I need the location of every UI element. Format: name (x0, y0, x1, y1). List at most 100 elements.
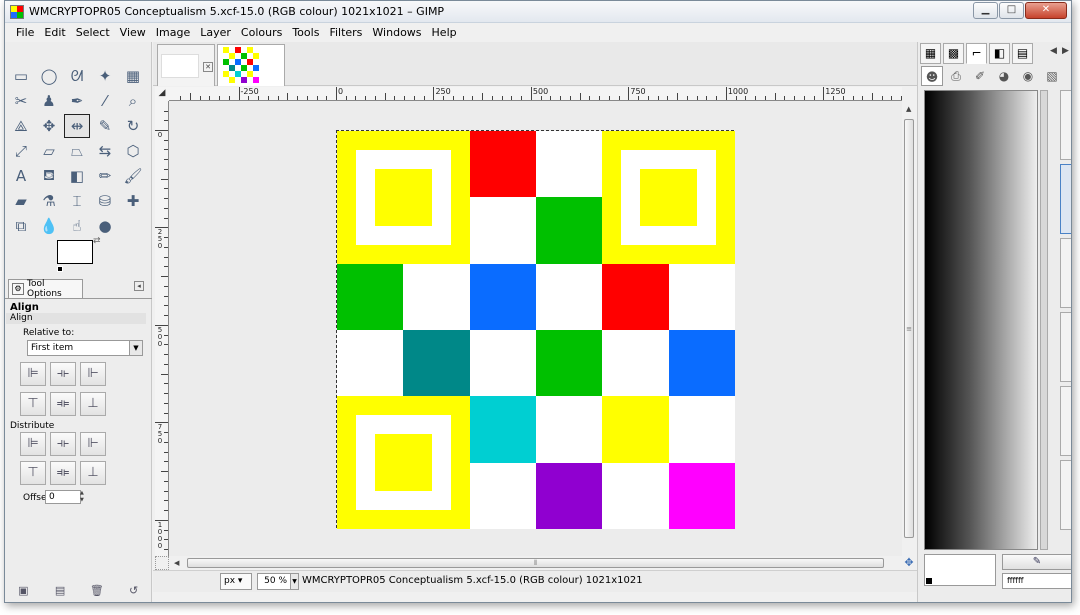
unit-select[interactable]: px ▾ (220, 573, 252, 590)
pencil-icon[interactable]: ✏ (92, 164, 118, 188)
zoom-dropdown[interactable]: ▼ (290, 573, 299, 590)
menu-help[interactable]: Help (427, 26, 462, 39)
zoom-icon[interactable]: ⌕ (120, 89, 146, 113)
move-icon[interactable]: ✥ (36, 114, 62, 138)
maximize-button[interactable]: □ (999, 2, 1024, 19)
color-preview[interactable] (924, 554, 996, 586)
smudge-icon[interactable]: ☝ (64, 214, 90, 238)
zoom-input[interactable]: 50 % (257, 573, 291, 590)
align-left-icon[interactable]: ⊫ (20, 362, 46, 386)
brush-tab-icon[interactable]: ✐ (969, 66, 991, 86)
align-right-icon[interactable]: ⊩ (80, 362, 106, 386)
blur-icon[interactable]: 💧 (36, 214, 62, 238)
menu-layer[interactable]: Layer (195, 26, 236, 39)
gradient-preview[interactable] (924, 90, 1038, 550)
horizontal-scroll-thumb[interactable]: ⦀ (187, 558, 884, 568)
offset-input[interactable]: 0 (45, 490, 81, 504)
rotate-icon[interactable]: ↻ (120, 114, 146, 138)
dock-scrollbar[interactable] (1040, 90, 1048, 550)
rect-select-icon[interactable]: ▭ (8, 64, 34, 88)
gradients-tab-icon[interactable]: ◧ (989, 43, 1010, 64)
default-colors-icon[interactable] (57, 266, 63, 272)
menu-filters[interactable]: Filters (324, 26, 367, 39)
align-hcenter-icon[interactable]: ⟛ (50, 362, 76, 386)
heal-icon[interactable]: ✚ (120, 189, 146, 213)
palette-tab-icon[interactable]: ▤ (1012, 43, 1033, 64)
side-tab-6[interactable] (1060, 460, 1071, 530)
cage-icon[interactable]: ⬡ (120, 139, 146, 163)
dock-nav-right[interactable]: ▶ (1062, 46, 1069, 56)
paths-icon[interactable]: ✒ (64, 89, 90, 113)
distribute-right-icon[interactable]: ⊩ (80, 432, 106, 456)
watercolor-icon[interactable]: ▧ (1041, 66, 1063, 86)
side-tab-5[interactable] (1060, 386, 1071, 456)
menu-image[interactable]: Image (151, 26, 195, 39)
ellipse-select-icon[interactable]: ◯ (36, 64, 62, 88)
scroll-left-icon[interactable]: ◀ (174, 559, 179, 567)
printer-icon[interactable]: ⎙ (945, 66, 967, 86)
crop-icon[interactable]: ✎ (92, 114, 118, 138)
color-wheel-icon[interactable]: ◕ (993, 66, 1015, 86)
dodge-burn-icon[interactable]: ● (92, 214, 118, 238)
foreground-select-icon[interactable]: ♟ (36, 89, 62, 113)
fuzzy-select-icon[interactable]: ✦ (92, 64, 118, 88)
relative-to-select[interactable]: First item ▼ (27, 340, 143, 356)
measure-icon[interactable]: ⟁ (8, 114, 34, 138)
distribute-hcenter-icon[interactable]: ⟛ (50, 432, 76, 456)
side-tab-4[interactable] (1060, 312, 1071, 382)
foreground-color-swatch[interactable] (57, 240, 93, 264)
distribute-vcenter-icon[interactable]: ⟚ (50, 461, 76, 485)
vertical-ruler[interactable]: 0 250 500 750 1000 (155, 101, 169, 556)
menu-windows[interactable]: Windows (367, 26, 426, 39)
quick-mask-toggle[interactable]: ◢ (155, 87, 169, 101)
menu-file[interactable]: File (11, 26, 39, 39)
distribute-top-icon[interactable]: ⊤ (20, 461, 46, 485)
perspective-icon[interactable]: ⏢ (64, 139, 90, 163)
restore-options-icon[interactable]: ▤ (53, 584, 67, 598)
side-tab-2[interactable] (1060, 164, 1071, 234)
align-vcenter-icon[interactable]: ⟚ (50, 392, 76, 416)
swap-colors-icon[interactable]: ⇄ (93, 236, 101, 246)
eraser-icon[interactable]: ▰ (8, 189, 34, 213)
flip-icon[interactable]: ⇆ (92, 139, 118, 163)
image-tab-1[interactable]: ✕ (157, 44, 215, 86)
side-tab-1[interactable] (1060, 90, 1071, 160)
scales-icon[interactable]: ◉ (1017, 66, 1039, 86)
menu-edit[interactable]: Edit (39, 26, 70, 39)
align-top-icon[interactable]: ⊤ (20, 392, 46, 416)
navigate-icon[interactable]: ✥ (902, 556, 916, 570)
paintbrush-icon[interactable]: 🖌 (120, 164, 146, 188)
reset-options-icon[interactable]: ↺ (127, 584, 141, 598)
text-icon[interactable]: A (8, 164, 34, 188)
brushes-tab-icon[interactable]: ▦ (920, 43, 941, 64)
distribute-bottom-icon[interactable]: ⊥ (80, 461, 106, 485)
minimize-button[interactable]: ▁ (973, 2, 998, 19)
paths-tab-icon[interactable]: ⌐ (966, 43, 987, 64)
delete-options-icon[interactable]: 🗑 (90, 584, 104, 598)
airbrush-icon[interactable]: ⚗ (36, 189, 62, 213)
tab-menu-icon[interactable]: ◂ (134, 281, 144, 291)
menu-view[interactable]: View (115, 26, 151, 39)
color-select-icon[interactable]: ▦ (120, 64, 146, 88)
vertical-scrollbar[interactable]: ▲ ≡ (902, 101, 916, 556)
close-button[interactable]: ✕ (1025, 2, 1067, 19)
side-tab-3[interactable] (1060, 238, 1071, 308)
canvas-area[interactable] (169, 101, 902, 556)
patterns-tab-icon[interactable]: ▩ (943, 43, 964, 64)
save-options-icon[interactable]: ▣ (16, 584, 30, 598)
horizontal-ruler[interactable]: -250 0 250 500 750 1000 1250 (169, 87, 902, 101)
edit-color-button[interactable]: ✎ (1002, 554, 1071, 570)
gimp-mascot-icon[interactable]: ☻ (921, 66, 943, 86)
free-select-icon[interactable]: ᘛ (64, 64, 90, 88)
vertical-scroll-thumb[interactable]: ≡ (904, 119, 914, 538)
scroll-up-icon[interactable]: ▲ (906, 105, 911, 113)
offset-spinner[interactable]: ▲ ▼ (80, 490, 87, 504)
distribute-left-icon[interactable]: ⊫ (20, 432, 46, 456)
ink-icon[interactable]: ⌶ (64, 189, 90, 213)
scale-icon[interactable]: ⤢ (8, 139, 34, 163)
perspective-clone-icon[interactable]: ⧉ (8, 214, 34, 238)
menu-tools[interactable]: Tools (287, 26, 324, 39)
color-picker-icon[interactable]: ⁄ (92, 89, 118, 113)
align-icon[interactable]: ⇹ (64, 114, 90, 138)
shear-icon[interactable]: ▱ (36, 139, 62, 163)
